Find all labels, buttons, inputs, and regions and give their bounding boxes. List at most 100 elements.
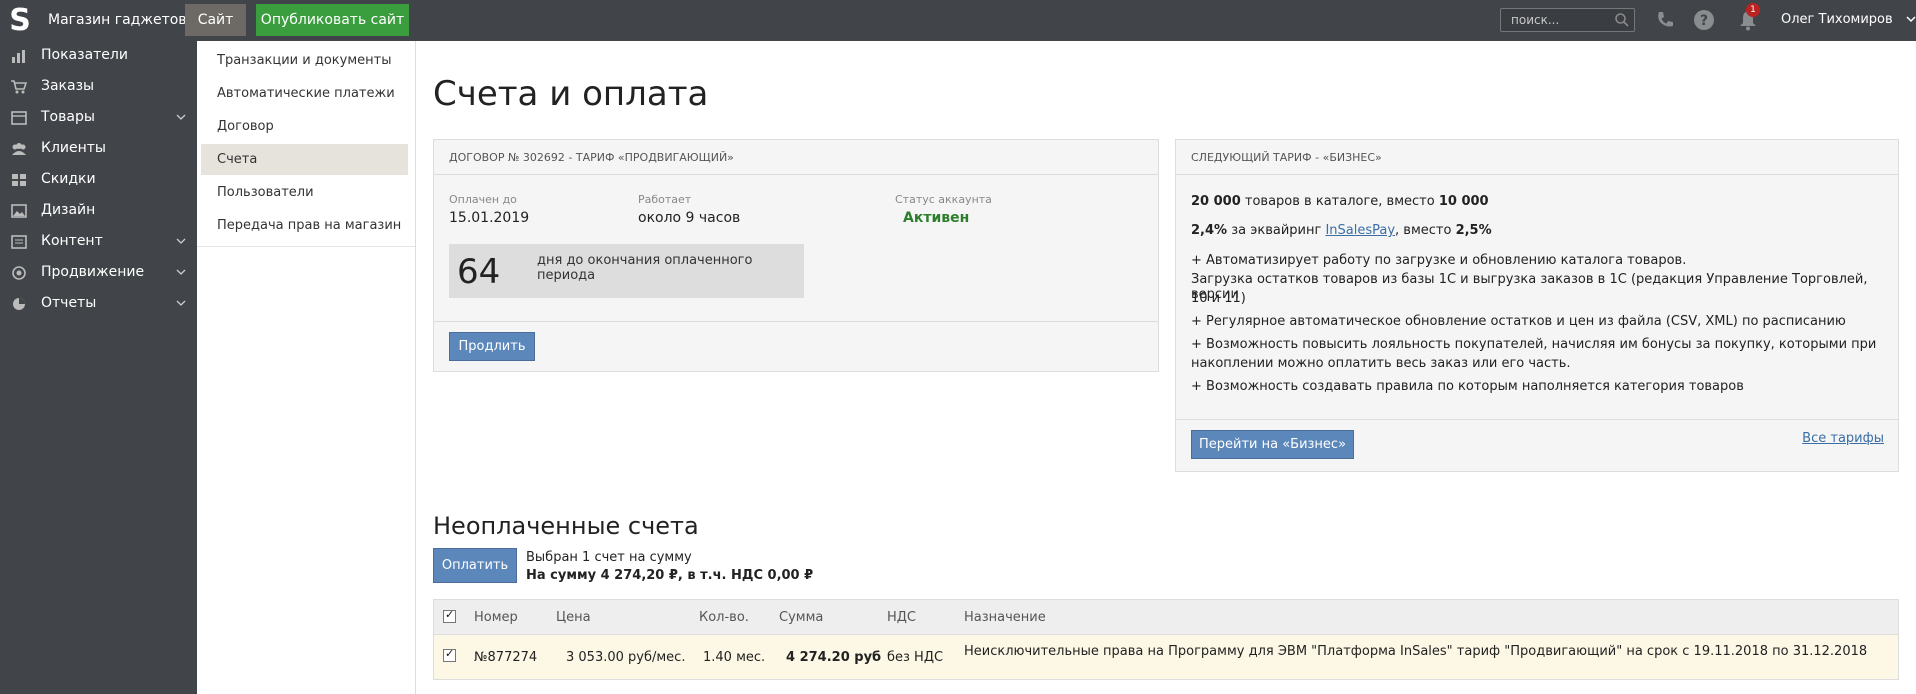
site-button[interactable]: Сайт <box>185 4 246 36</box>
tariff-acquiring-line: 2,4% за эквайринг InSalesPay, вместо 2,5… <box>1191 223 1492 238</box>
contract-footer: Продлить <box>434 321 1158 371</box>
svg-text:?: ? <box>1700 13 1708 29</box>
status-label: Статус аккаунта <box>895 193 992 206</box>
submenu-item-label: Автоматические платежи <box>217 86 395 101</box>
invoice-purpose: Неисключительные права на Программу для … <box>964 644 1868 659</box>
search-box <box>1500 8 1635 32</box>
user-menu[interactable]: Олег Тихомиров <box>1781 0 1893 40</box>
image-icon <box>11 204 27 218</box>
selected-sum: На сумму 4 274,20 ₽, в т.ч. НДС 0,00 ₽ <box>526 568 814 583</box>
paid-until-value: 15.01.2019 <box>449 210 530 226</box>
insalespay-link[interactable]: InSalesPay <box>1325 223 1395 238</box>
contract-panel: ДОГОВОР № 302692 - ТАРИФ «ПРОДВИГАЮЩИЙ» … <box>433 139 1159 372</box>
tariff-text: за эквайринг <box>1227 223 1326 238</box>
pay-button[interactable]: Оплатить <box>433 548 517 583</box>
box-icon <box>11 111 27 125</box>
sidebar-item-label: Клиенты <box>41 140 106 156</box>
content-icon <box>11 235 27 249</box>
tariff-feature: + Возможность повысить лояльность покупа… <box>1191 337 1877 352</box>
sidebar-item-dashboard[interactable]: Показатели <box>0 41 197 72</box>
tariff-feature: + Автоматизирует работу по загрузке и об… <box>1191 253 1687 268</box>
tariff-products-old: 10 000 <box>1438 194 1489 209</box>
phone-icon[interactable] <box>1654 9 1676 31</box>
unpaid-invoices-title: Неоплаченные счета <box>433 512 699 540</box>
extend-button[interactable]: Продлить <box>449 332 535 361</box>
switch-tariff-button[interactable]: Перейти на «Бизнес» <box>1191 430 1354 459</box>
works-value: около 9 часов <box>638 210 741 226</box>
sidebar-item-discounts[interactable]: Скидки <box>0 165 197 196</box>
submenu-item-label: Договор <box>217 119 274 134</box>
tariff-text: , вместо <box>1395 223 1456 238</box>
invoice-qty: 1.40 мес. <box>703 650 766 665</box>
all-tariffs-link[interactable]: Все тарифы <box>1802 431 1884 446</box>
row-checkbox[interactable] <box>443 647 456 662</box>
submenu-item-label: Счета <box>217 152 258 167</box>
sidebar-item-reports[interactable]: Отчеты <box>0 289 197 320</box>
top-bar: S Магазин гаджетов Сайт Опубликовать сай… <box>0 0 1916 41</box>
table-header: Номер Цена Кол-во. Сумма НДС Назначение <box>433 599 1899 635</box>
invoice-sum: 4 274.20 руб <box>786 650 882 665</box>
days-left-number: 64 <box>457 252 501 292</box>
chevron-down-icon <box>176 269 186 275</box>
sidebar: Показатели Заказы Товары Клиенты Скидки … <box>0 41 197 694</box>
help-icon[interactable]: ? <box>1693 9 1715 31</box>
search-input[interactable] <box>1501 9 1609 31</box>
sidebar-item-label: Продвижение <box>41 264 145 280</box>
tariff-feature: Загрузка остатков товаров из базы 1С и в… <box>1191 272 1868 302</box>
tariff-text: товаров в каталоге, вместо <box>1240 194 1439 209</box>
sidebar-item-label: Дизайн <box>41 202 96 218</box>
works-label: Работает <box>638 193 692 206</box>
sidebar-item-label: Контент <box>41 233 103 249</box>
table-row[interactable]: №877274 3 053.00 руб/мес. 1.40 мес. 4 27… <box>433 635 1899 680</box>
invoice-number: №877274 <box>474 650 538 665</box>
submenu-item-label: Пользователи <box>217 185 314 200</box>
discount-icon <box>12 174 26 186</box>
sidebar-item-design[interactable]: Дизайн <box>0 196 197 227</box>
promo-icon <box>12 266 26 280</box>
sidebar-item-promotion[interactable]: Продвижение <box>0 258 197 289</box>
billing-submenu: Транзакции и документы Автоматические пл… <box>197 41 416 694</box>
column-header-number[interactable]: Номер <box>474 610 518 625</box>
next-tariff-footer: Перейти на «Бизнес» Все тарифы <box>1176 419 1898 471</box>
chevron-down-icon <box>176 238 186 244</box>
column-header-vat[interactable]: НДС <box>887 610 916 625</box>
tariff-feature: 10 и 11) <box>1191 291 1246 306</box>
sidebar-item-orders[interactable]: Заказы <box>0 72 197 103</box>
sidebar-item-label: Заказы <box>41 78 95 94</box>
invoice-vat: без НДС <box>887 650 944 665</box>
divider <box>197 246 415 247</box>
invoice-price: 3 053.00 руб/мес. <box>566 650 686 665</box>
select-all-checkbox[interactable] <box>443 608 456 623</box>
search-icon[interactable] <box>1614 12 1630 28</box>
sidebar-item-clients[interactable]: Клиенты <box>0 134 197 165</box>
submenu-item-label: Транзакции и документы <box>217 53 392 68</box>
column-header-purpose[interactable]: Назначение <box>964 610 1046 625</box>
logo[interactable]: S <box>8 4 32 38</box>
paid-until-label: Оплачен до <box>449 193 517 206</box>
shop-name[interactable]: Магазин гаджетов <box>48 0 187 41</box>
chevron-down-icon[interactable] <box>1906 12 1916 26</box>
days-left-box: 64 дня до окончания оплаченного периода <box>449 244 804 298</box>
contract-header: ДОГОВОР № 302692 - ТАРИФ «ПРОДВИГАЮЩИЙ» <box>434 140 1158 175</box>
column-header-price[interactable]: Цена <box>556 610 591 625</box>
tariff-acquiring-old: 2,5% <box>1455 223 1492 238</box>
column-header-sum[interactable]: Сумма <box>779 610 823 625</box>
status-badge: Активен <box>903 210 970 226</box>
chart-icon <box>12 50 25 63</box>
sidebar-item-content[interactable]: Контент <box>0 227 197 258</box>
tariff-products-count: 20 000 <box>1191 194 1241 209</box>
sidebar-item-label: Показатели <box>41 47 128 63</box>
sidebar-item-label: Отчеты <box>41 295 97 311</box>
page-title: Счета и оплата <box>433 74 709 114</box>
reports-icon <box>13 298 25 310</box>
users-icon <box>12 143 26 155</box>
days-left-text: дня до окончания оплаченного периода <box>537 253 753 283</box>
next-tariff-panel: СЛЕДУЮЩИЙ ТАРИФ - «БИЗНЕС» 20 000 товаро… <box>1175 139 1899 472</box>
submenu-item-transactions[interactable]: Транзакции и документы <box>201 45 608 76</box>
submenu-item-contract[interactable]: Договор <box>201 111 608 142</box>
sidebar-item-label: Скидки <box>41 171 96 187</box>
submenu-item-invoices[interactable]: Счета <box>201 144 408 175</box>
column-header-qty[interactable]: Кол-во. <box>699 610 749 625</box>
publish-site-button[interactable]: Опубликовать сайт <box>256 4 409 36</box>
sidebar-item-products[interactable]: Товары <box>0 103 197 134</box>
